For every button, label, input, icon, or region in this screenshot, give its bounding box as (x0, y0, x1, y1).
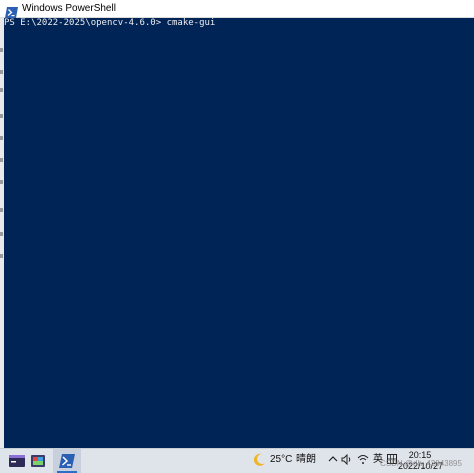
terminal-app-icon (9, 455, 25, 467)
console-command: cmake-gui (166, 18, 216, 28)
powershell-icon (59, 454, 75, 468)
console-area[interactable]: PS E:\2022-2025\opencv-4.6.0> cmake-gui (4, 18, 474, 448)
console-prompt: PS E:\2022-2025\opencv-4.6.0> (4, 18, 167, 28)
window-titlebar[interactable]: Windows PowerShell (0, 0, 474, 18)
taskbar-app-powershell[interactable] (53, 449, 81, 473)
speaker-icon[interactable] (341, 453, 353, 471)
colorful-app-icon (31, 455, 45, 467)
powershell-icon (5, 3, 18, 18)
chevron-up-icon[interactable] (328, 454, 338, 470)
window-title: Windows PowerShell (22, 3, 116, 14)
weather-condition[interactable]: 晴朗 (296, 452, 316, 468)
weather-temperature[interactable]: 25°C (270, 452, 292, 468)
console-line: PS E:\2022-2025\opencv-4.6.0> cmake-gui (4, 18, 215, 29)
watermark: CSDN @dh_42843895 (380, 459, 462, 468)
moon-icon[interactable] (252, 453, 266, 473)
taskbar-app-colorful[interactable] (24, 449, 52, 473)
wifi-icon[interactable] (357, 454, 369, 471)
screen: Windows PowerShell PS E:\2022-2025\openc… (0, 0, 474, 473)
